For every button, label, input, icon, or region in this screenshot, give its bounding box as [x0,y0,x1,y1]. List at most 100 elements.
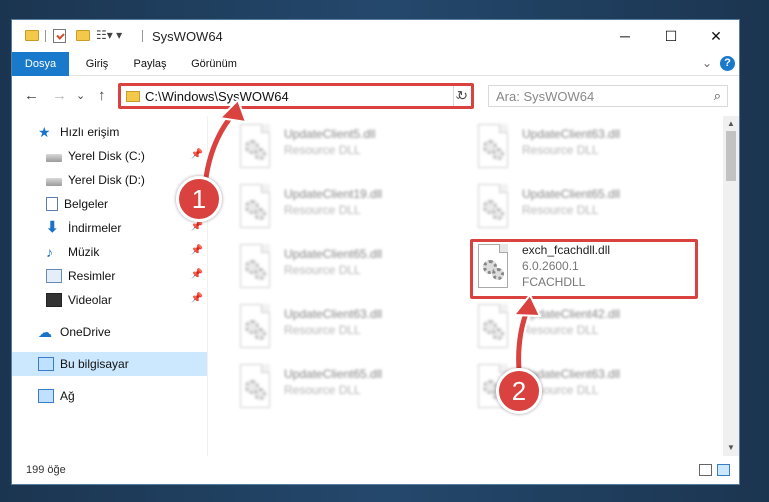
dll-file-icon [474,304,512,350]
tiles-view-icon[interactable] [717,464,730,476]
file-description: Resource DLL [284,143,361,157]
maximize-button[interactable]: ☐ [648,20,694,52]
videos-icon [46,293,62,307]
file-tile[interactable]: UpdateClient5.dll Resource DLL [236,120,466,176]
up-button[interactable]: ↑ [98,87,106,104]
file-name: UpdateClient65.dll [284,247,383,261]
file-description: Resource DLL [522,323,599,337]
sidebar-item-pictures[interactable]: Resimler 📌 [12,264,207,288]
ribbon-tabs: Dosya Giriş Paylaş Görünüm ⌄ ? [12,52,739,76]
sidebar-item-disk-c[interactable]: Yerel Disk (C:) 📌 [12,144,207,168]
customize-toolbar-icon[interactable]: ☷▾ ▾ [96,28,122,44]
sidebar-item-label: Yerel Disk (D:) [68,173,145,187]
file-tile[interactable]: UpdateClient19.dll Resource DLL [236,180,466,236]
scroll-up-icon[interactable]: ▲ [727,119,735,128]
sidebar-item-videos[interactable]: Videolar 📌 [12,288,207,312]
file-tile[interactable]: UpdateClient65.dll Resource DLL [236,360,466,416]
file-description: Resource DLL [284,323,361,337]
close-button[interactable]: ✕ [693,20,739,52]
file-explorer-window: ☷▾ ▾ SysWOW64 ─ ☐ ✕ Dosya Giriş Paylaş G… [11,19,740,485]
dll-file-icon [474,124,512,170]
folder-icon [25,30,39,41]
scroll-down-icon[interactable]: ▼ [727,443,735,452]
vertical-scrollbar[interactable]: ▲ ▼ [723,116,739,456]
new-folder-icon[interactable] [76,30,90,41]
tab-view[interactable]: Görünüm [182,52,246,76]
sidebar-item-music[interactable]: ♪ Müzik 📌 [12,240,207,264]
file-name: UpdateClient5.dll [284,127,376,141]
pin-icon: 📌 [190,221,203,232]
file-name: UpdateClient63.dll [522,127,621,141]
pin-icon: 📌 [190,149,203,160]
file-name: UpdateClient19.dll [284,187,383,201]
pictures-icon [46,269,62,283]
computer-icon [38,357,54,371]
callout-badge-2: 2 [496,368,542,414]
details-view-icon[interactable] [699,464,712,476]
file-description: Resource DLL [284,263,361,277]
network-icon [38,389,54,403]
recent-locations-button[interactable]: ⌄ [76,89,85,102]
drive-icon [46,177,62,186]
expand-ribbon-icon[interactable]: ⌄ [702,56,712,70]
dll-file-icon [236,304,274,350]
pin-icon: 📌 [190,269,203,280]
file-tile[interactable]: UpdateClient65.dll Resource DLL [474,180,704,236]
scroll-thumb[interactable] [726,131,736,181]
search-input[interactable]: Ara: SysWOW64 ⌕ [488,85,728,107]
file-tile[interactable]: UpdateClient42.dll Resource DLL [474,300,704,356]
search-icon[interactable]: ⌕ [714,88,721,104]
file-tile[interactable]: UpdateClient63.dll Resource DLL [474,120,704,176]
file-tile[interactable]: UpdateClient63.dll Resource DLL [236,300,466,356]
dll-file-icon [236,364,274,410]
file-name: UpdateClient65.dll [522,187,621,201]
cloud-icon: ☁ [38,324,52,340]
download-icon: ⬇ [46,219,59,236]
properties-icon[interactable] [53,29,66,43]
sidebar-item-label: İndirmeler [68,221,122,235]
sidebar-item-this-pc[interactable]: Bu bilgisayar [12,352,207,376]
sidebar-item-onedrive[interactable]: ☁ OneDrive [12,320,207,344]
music-icon: ♪ [46,244,53,260]
separator [142,30,143,42]
file-description: Resource DLL [284,203,361,217]
documents-icon [46,197,58,211]
file-name: UpdateClient42.dll [522,307,621,321]
sidebar-item-label: OneDrive [60,325,111,339]
dll-file-icon [474,184,512,230]
help-icon[interactable]: ? [720,56,735,71]
item-count: 199 öğe [26,464,66,476]
sidebar-item-label: Ağ [60,389,75,403]
tab-share[interactable]: Paylaş [125,52,175,76]
sidebar-item-label: Hızlı erişim [60,125,120,139]
file-tile[interactable]: UpdateClient65.dll Resource DLL [236,240,466,296]
window-title: SysWOW64 [152,29,223,44]
file-description: Resource DLL [284,383,361,397]
sidebar-item-network[interactable]: Ağ [12,384,207,408]
title-bar: ☷▾ ▾ SysWOW64 ─ ☐ ✕ [12,20,739,52]
sidebar-item-label: Müzik [68,245,100,259]
tab-file[interactable]: Dosya [12,52,69,76]
back-button[interactable]: ← [24,87,39,104]
pin-icon: 📌 [190,293,203,304]
file-description: Resource DLL [522,143,599,157]
minimize-button[interactable]: ─ [602,20,648,52]
callout-badge-1: 1 [176,176,222,222]
forward-button[interactable]: → [52,87,67,104]
sidebar-item-label: Belgeler [64,197,109,211]
sidebar-item-downloads[interactable]: ⬇ İndirmeler 📌 [12,216,207,240]
tab-home[interactable]: Giriş [73,52,121,76]
sidebar-item-label: Yerel Disk (C:) [68,149,145,163]
separator [45,30,46,42]
file-highlight [470,239,698,299]
navigation-pane: ★ Hızlı erişim Yerel Disk (C:) 📌 Yerel D… [12,116,208,456]
status-bar: 199 öğe [12,456,739,484]
file-name: UpdateClient63.dll [284,307,383,321]
file-description: Resource DLL [522,203,599,217]
sidebar-item-label: Resimler [68,269,116,283]
sidebar-item-label: Bu bilgisayar [60,357,129,371]
drive-icon [46,153,62,162]
dll-file-icon [236,184,274,230]
sidebar-item-quick-access[interactable]: ★ Hızlı erişim [12,120,207,144]
dll-file-icon [236,124,274,170]
